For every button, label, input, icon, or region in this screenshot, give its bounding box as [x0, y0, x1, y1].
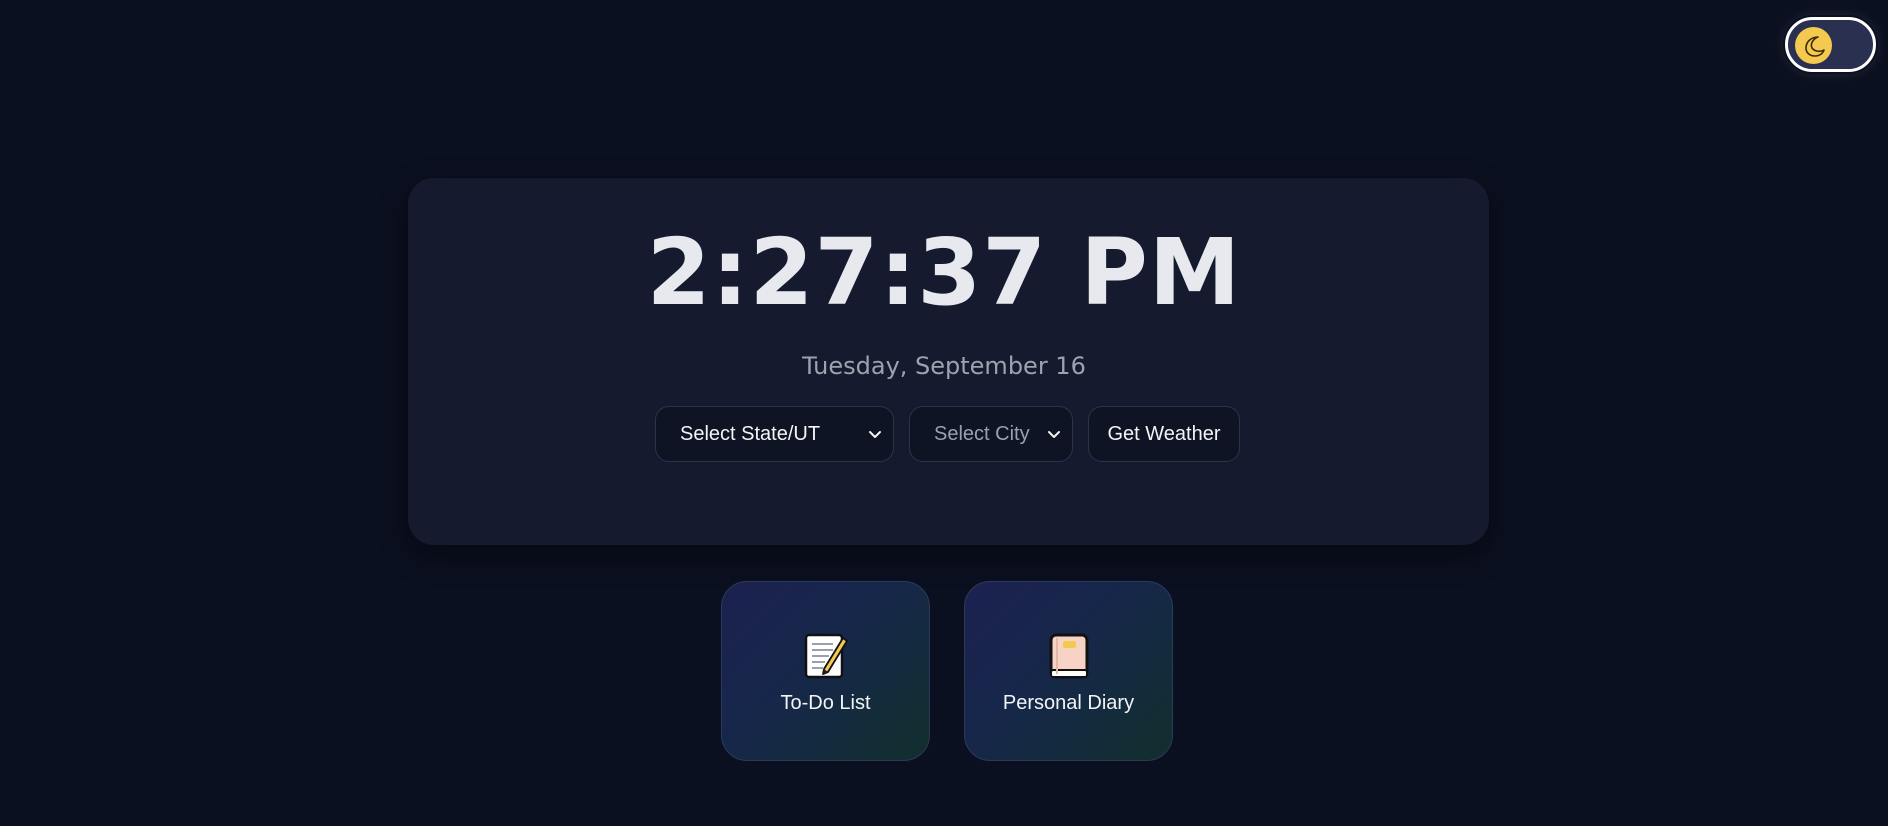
clock-date: Tuesday, September 16 — [802, 352, 1086, 380]
state-select-value: Select State/UT — [680, 422, 821, 445]
state-select[interactable]: Select State/UT — [655, 406, 894, 462]
app-tile-diary[interactable]: Personal Diary — [964, 581, 1173, 761]
app-tile-label: Personal Diary — [1002, 692, 1135, 714]
weather-controls: Select State/UT Select City Get Weather — [0, 406, 1888, 462]
app-tile-todo[interactable]: To-Do List — [721, 581, 930, 761]
app-tile-label: To-Do List — [780, 692, 871, 714]
page: 2:27:37 PM Tuesday, September 16 Select … — [0, 0, 1888, 826]
chevron-down-icon — [869, 431, 881, 438]
city-select[interactable]: Select City — [909, 406, 1073, 462]
toggle-knob — [1795, 27, 1832, 64]
moon-icon — [1804, 35, 1825, 57]
chevron-down-icon — [1048, 431, 1060, 438]
theme-toggle[interactable] — [1785, 17, 1876, 72]
notebook-icon — [1049, 633, 1088, 679]
memo-icon — [804, 633, 848, 679]
get-weather-button[interactable]: Get Weather — [1088, 406, 1240, 462]
city-select-value: Select City — [934, 422, 1030, 445]
clock-time: 2:27:37 PM — [646, 219, 1242, 326]
